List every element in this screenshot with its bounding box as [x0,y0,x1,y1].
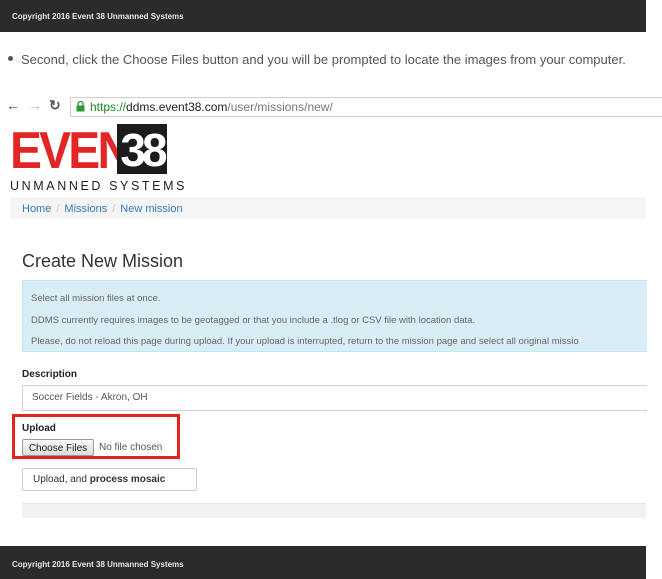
forward-arrow-icon[interactable]: → [28,97,42,113]
info-alert: Select all mission files at once. DDMS c… [22,280,647,352]
upload-btn-bold: process mosaic [89,474,166,485]
bullet-icon [8,56,13,62]
bottom-copyright: Copyright 2016 Event 38 Unmanned Systems [12,560,184,569]
upload-process-mosaic-button[interactable]: Upload, and process mosaic [22,468,197,491]
choose-files-button[interactable]: Choose Files [22,439,94,456]
logo-tagline: UNMANNED SYSTEMS [10,179,188,193]
browser-bar: ← → ↻ https://ddms.event38.com/user/miss… [0,94,662,120]
breadcrumb-home[interactable]: Home [22,203,51,215]
url-scheme: https:// [90,100,127,114]
top-copyright: Copyright 2016 Event 38 Unmanned Systems [12,12,184,21]
upload-btn-prefix: Upload, and [33,474,90,485]
breadcrumb-new-mission[interactable]: New mission [120,203,182,215]
instruction-text: Second, click the Choose Files button an… [8,52,626,67]
upload-label: Upload [22,423,56,434]
reload-icon[interactable]: ↻ [49,97,61,114]
description-input[interactable]: Soccer Fields - Akron, OH [22,385,647,411]
logo-number: 38 [117,124,168,176]
description-label: Description [22,369,78,380]
url-path: /user/missions/new/ [227,100,333,114]
panel-footer [22,503,646,518]
breadcrumb-missions[interactable]: Missions [64,203,107,215]
breadcrumb-separator: / [56,203,60,215]
alert-line-2: DDMS currently requires images to be geo… [31,315,476,326]
lock-icon [76,101,85,112]
alert-line-1: Select all mission files at once. [31,293,161,304]
event38-logo: EVENT 38 UNMANNED SYSTEMS [10,124,184,194]
page-title: Create New Mission [22,251,184,271]
instruction-label: Second, click the Choose Files button an… [21,52,626,67]
no-file-chosen-text: No file chosen [99,442,163,453]
breadcrumb-separator: / [112,203,116,215]
alert-line-3: Please, do not reload this page during u… [31,336,579,347]
back-arrow-icon[interactable]: ← [6,97,20,113]
breadcrumb: Home / Missions / New mission [10,198,646,219]
description-value: Soccer Fields - Akron, OH [32,392,148,403]
address-bar[interactable]: https://ddms.event38.com/user/missions/n… [70,97,662,117]
bottom-bar: Copyright 2016 Event 38 Unmanned Systems [0,546,646,579]
url-host: ddms.event38.com [126,100,228,114]
url-text: https://ddms.event38.com/user/missions/n… [90,100,333,114]
top-bar: Copyright 2016 Event 38 Unmanned Systems [0,0,646,32]
